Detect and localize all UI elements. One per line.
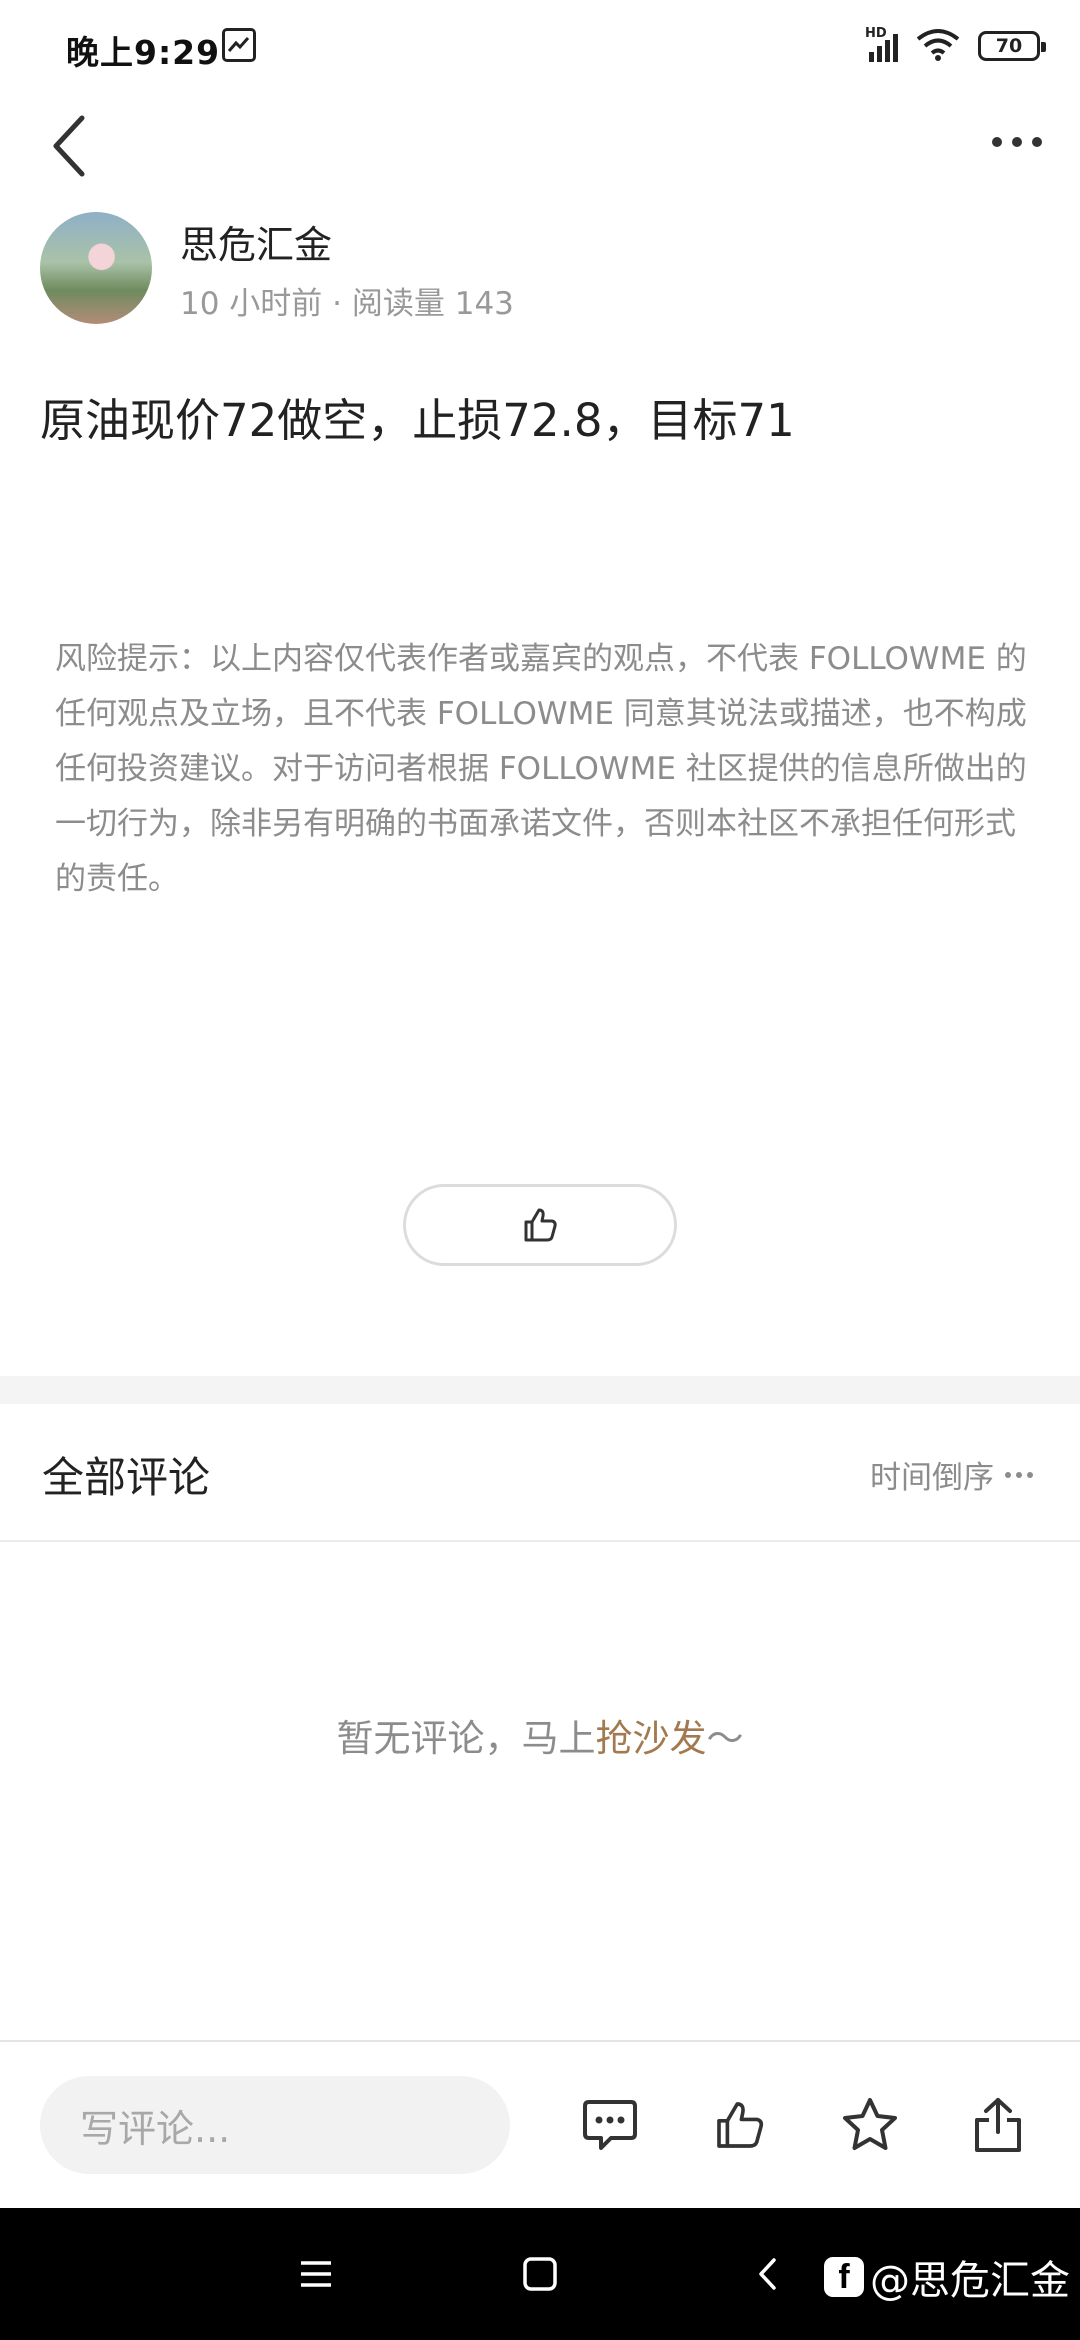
comments-button[interactable] [575, 2090, 645, 2160]
empty-comments-prefix: 暂无评论，马上 [336, 1717, 596, 1760]
divider [0, 1540, 1080, 1542]
empty-comments-message: 暂无评论，马上抢沙发～ [0, 1708, 1080, 1762]
comments-heading: 全部评论 [42, 1453, 211, 1502]
app-notification-icon [222, 28, 256, 62]
chevron-left-icon [53, 115, 85, 177]
post-meta: 10 小时前 · 阅读量 143 [180, 286, 514, 322]
post-like-button[interactable] [403, 1184, 677, 1266]
wifi-icon [916, 27, 960, 65]
risk-disclaimer: 风险提示：以上内容仅代表作者或嘉宾的观点，不代表 FOLLOWME 的任何观点及… [55, 641, 1027, 897]
more-dot [1012, 137, 1022, 147]
favorite-button[interactable] [835, 2090, 905, 2160]
watermark-text: @思危汇金 [870, 2258, 1070, 2304]
sort-order-button[interactable]: 时间倒序 [870, 1452, 1034, 1497]
back-button[interactable] [40, 108, 100, 184]
divider [0, 2040, 1080, 2042]
post-title: 原油现价72做空，止损72.8，目标71 [40, 394, 795, 447]
battery-level: 70 [995, 35, 1023, 57]
section-separator [0, 1376, 1080, 1404]
more-dot [992, 137, 1002, 147]
author-name[interactable]: 思危汇金 [180, 214, 332, 269]
status-time: 晚上9:29 [66, 33, 221, 72]
nav-back-button[interactable] [732, 2238, 804, 2310]
home-square-icon [523, 2257, 557, 2291]
star-icon [843, 2098, 897, 2150]
network-badge: HD [865, 26, 887, 41]
nav-home-button[interactable] [504, 2238, 576, 2310]
share-button[interactable] [963, 2090, 1033, 2160]
more-button[interactable] [982, 118, 1052, 166]
comment-icon [583, 2100, 637, 2150]
share-icon [975, 2098, 1021, 2152]
facebook-icon: f [824, 2257, 864, 2297]
comment-input[interactable]: 写评论... [40, 2076, 510, 2174]
thumbs-up-icon [524, 1208, 557, 1242]
status-icons: HD 70 [865, 26, 1046, 66]
author-avatar[interactable] [40, 212, 152, 324]
empty-comments-suffix: ～ [706, 1717, 744, 1760]
more-horizontal-icon [1005, 1471, 1033, 1478]
like-button[interactable] [705, 2090, 775, 2160]
watermark: f @思危汇金 [824, 2248, 1070, 2306]
more-dot [1032, 137, 1042, 147]
battery-icon: 70 [978, 31, 1046, 61]
nav-menu-button[interactable] [280, 2238, 352, 2310]
signal-icon: HD [865, 26, 898, 62]
first-comment-link[interactable]: 抢沙发 [596, 1717, 707, 1760]
menu-icon [301, 2261, 331, 2287]
chevron-left-icon [759, 2258, 776, 2290]
sort-order-label: 时间倒序 [870, 1460, 994, 1496]
thumbs-up-icon [717, 2102, 764, 2148]
